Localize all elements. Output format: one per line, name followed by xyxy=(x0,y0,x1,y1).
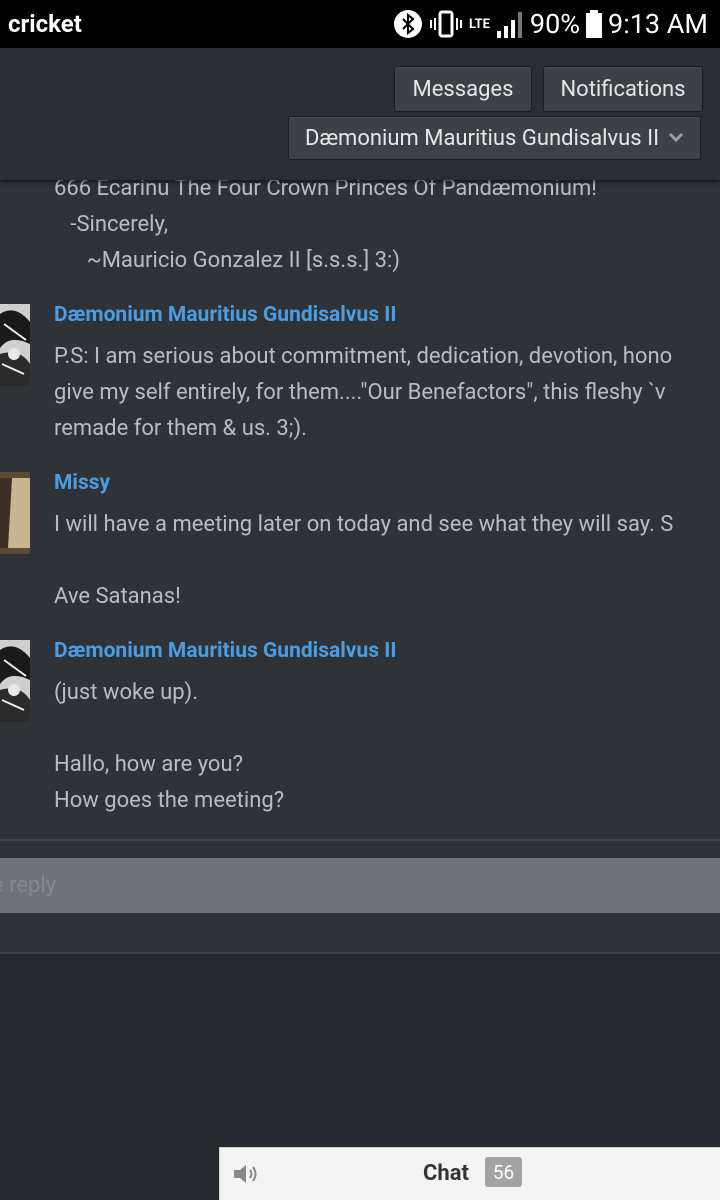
carrier-name: cricket xyxy=(8,10,82,38)
user-menu-label: Dæmonium Mauritius Gundisalvus II xyxy=(305,125,660,151)
vibrate-icon xyxy=(429,9,463,39)
message-line: give my self entirely, for them...."Our … xyxy=(54,380,666,405)
avatar[interactable] xyxy=(0,640,30,722)
status-bar: cricket LTE 90% 9:13 AM xyxy=(0,0,720,48)
reply-placeholder: e reply xyxy=(0,873,57,898)
message-line: -Sincerely, xyxy=(54,212,169,237)
clock: 9:13 AM xyxy=(608,8,708,40)
message-line: ~Mauricio Gonzalez II [s.s.s.] 3:) xyxy=(54,248,400,273)
avatar[interactable] xyxy=(0,472,30,554)
message-line: remade for them & us. 3;). xyxy=(54,416,307,441)
header-bar: Messages Notifications Dæmonium Mauritiu… xyxy=(0,48,720,180)
lte-icon: LTE xyxy=(468,16,490,32)
message-author[interactable]: Dæmonium Mauritius Gundisalvus II xyxy=(54,639,397,663)
bluetooth-icon xyxy=(393,9,423,39)
message-line: I will have a meeting later on today and… xyxy=(54,512,674,537)
user-menu-button[interactable]: Dæmonium Mauritius Gundisalvus II xyxy=(288,116,701,160)
messages-button[interactable]: Messages xyxy=(394,66,532,112)
conversation-panel: 666 Ecarinu The Four Crown Princes Of Pa… xyxy=(0,48,720,954)
message-line: P.S: I am serious about commitment, dedi… xyxy=(54,344,673,369)
divider xyxy=(0,839,720,841)
system-icons: LTE 90% 9:13 AM xyxy=(393,8,708,40)
message-line: (just woke up). xyxy=(54,680,199,705)
chevron-down-icon xyxy=(666,127,686,153)
message-line: Ave Satanas! xyxy=(54,584,181,609)
notifications-button[interactable]: Notifications xyxy=(543,66,703,112)
divider xyxy=(0,952,720,954)
avatar[interactable] xyxy=(0,304,30,386)
message-line: Hallo, how are you? xyxy=(54,752,244,777)
battery-icon xyxy=(586,9,603,39)
chat-bar[interactable]: Chat 56 xyxy=(219,1147,720,1200)
message-line: How goes the meeting? xyxy=(54,788,285,813)
battery-percent: 90% xyxy=(529,8,581,40)
chat-count-badge: 56 xyxy=(485,1157,522,1187)
message-author[interactable]: Missy xyxy=(54,471,110,495)
message-author[interactable]: Dæmonium Mauritius Gundisalvus II xyxy=(54,303,397,327)
signal-icon xyxy=(496,9,524,39)
speaker-icon[interactable] xyxy=(232,1162,260,1190)
chat-label: Chat xyxy=(423,1161,469,1186)
reply-input[interactable]: e reply xyxy=(0,858,720,913)
